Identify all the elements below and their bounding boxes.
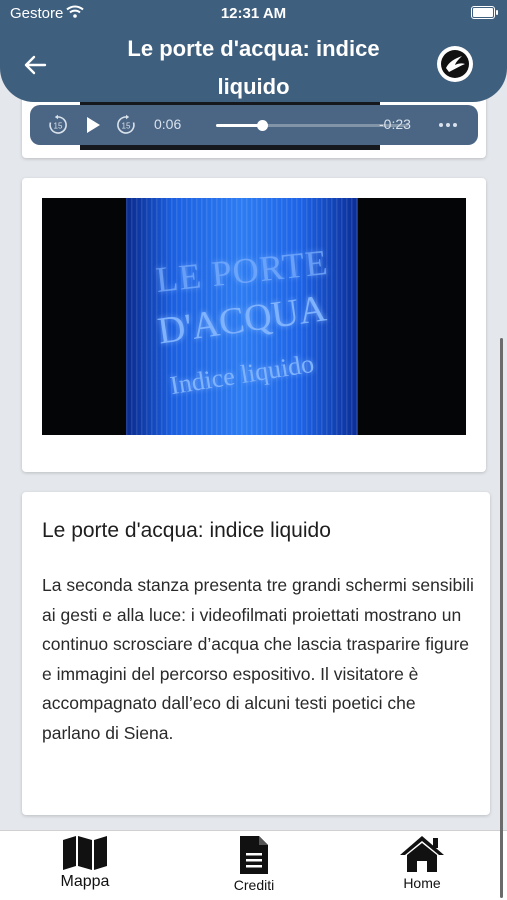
- play-icon: [87, 117, 100, 133]
- more-options-button[interactable]: [434, 115, 462, 135]
- svg-text:15: 15: [122, 122, 131, 131]
- progress-thumb[interactable]: [257, 120, 269, 131]
- tab-credits-label: Crediti: [233, 877, 275, 893]
- status-time: 12:31 AM: [220, 5, 287, 22]
- elapsed-time: 0:06: [154, 116, 182, 132]
- progress-fill: [216, 124, 263, 127]
- app-header: Gestore 12:31 AM Le porte d'acqua: indic…: [0, 0, 507, 102]
- scrollbar[interactable]: [500, 338, 503, 898]
- battery-icon: [471, 6, 498, 19]
- arrow-left-icon: [24, 55, 47, 75]
- remaining-time: -0:23: [379, 116, 411, 132]
- audio-player[interactable]: 15 15 0:06 -0:23: [30, 105, 478, 145]
- status-bar: Gestore 12:31 AM: [0, 0, 507, 26]
- skip-forward-button[interactable]: 15: [114, 113, 138, 137]
- page-title: Le porte d'acqua: indice liquido: [127, 36, 380, 99]
- tab-home-label: Home: [403, 875, 441, 891]
- article-body: La seconda stanza presenta tre grandi sc…: [42, 575, 474, 743]
- video-player[interactable]: LE PORTE D'ACQUA Indice liquido: [42, 198, 466, 435]
- svg-text:15: 15: [54, 122, 63, 131]
- app-logo-icon: [437, 46, 473, 82]
- tab-map-label: Mappa: [60, 873, 110, 890]
- bottom-tab-bar: Mappa Crediti Home: [0, 830, 507, 900]
- skip-back-button[interactable]: 15: [46, 113, 70, 137]
- home-icon: [400, 836, 444, 872]
- back-button[interactable]: [20, 50, 50, 80]
- more-icon: [439, 123, 457, 127]
- forward-15-icon: 15: [117, 114, 135, 134]
- tab-home[interactable]: Home: [372, 835, 472, 897]
- rewind-15-icon: 15: [49, 114, 67, 134]
- article-card: Le porte d'acqua: indice liquido La seco…: [22, 492, 490, 815]
- scroll-content[interactable]: 15 15 0:06 -0:23 LE PORTE D'ACQUA Indice…: [0, 0, 507, 830]
- tab-credits[interactable]: Crediti: [204, 835, 304, 897]
- tab-map[interactable]: Mappa: [35, 835, 135, 897]
- document-icon: [240, 836, 268, 874]
- article-title: Le porte d'acqua: indice liquido: [42, 519, 331, 542]
- water-curtain-image: LE PORTE D'ACQUA Indice liquido: [126, 198, 358, 435]
- map-icon: [63, 836, 107, 870]
- play-button[interactable]: [82, 114, 104, 136]
- video-card: LE PORTE D'ACQUA Indice liquido: [22, 178, 486, 472]
